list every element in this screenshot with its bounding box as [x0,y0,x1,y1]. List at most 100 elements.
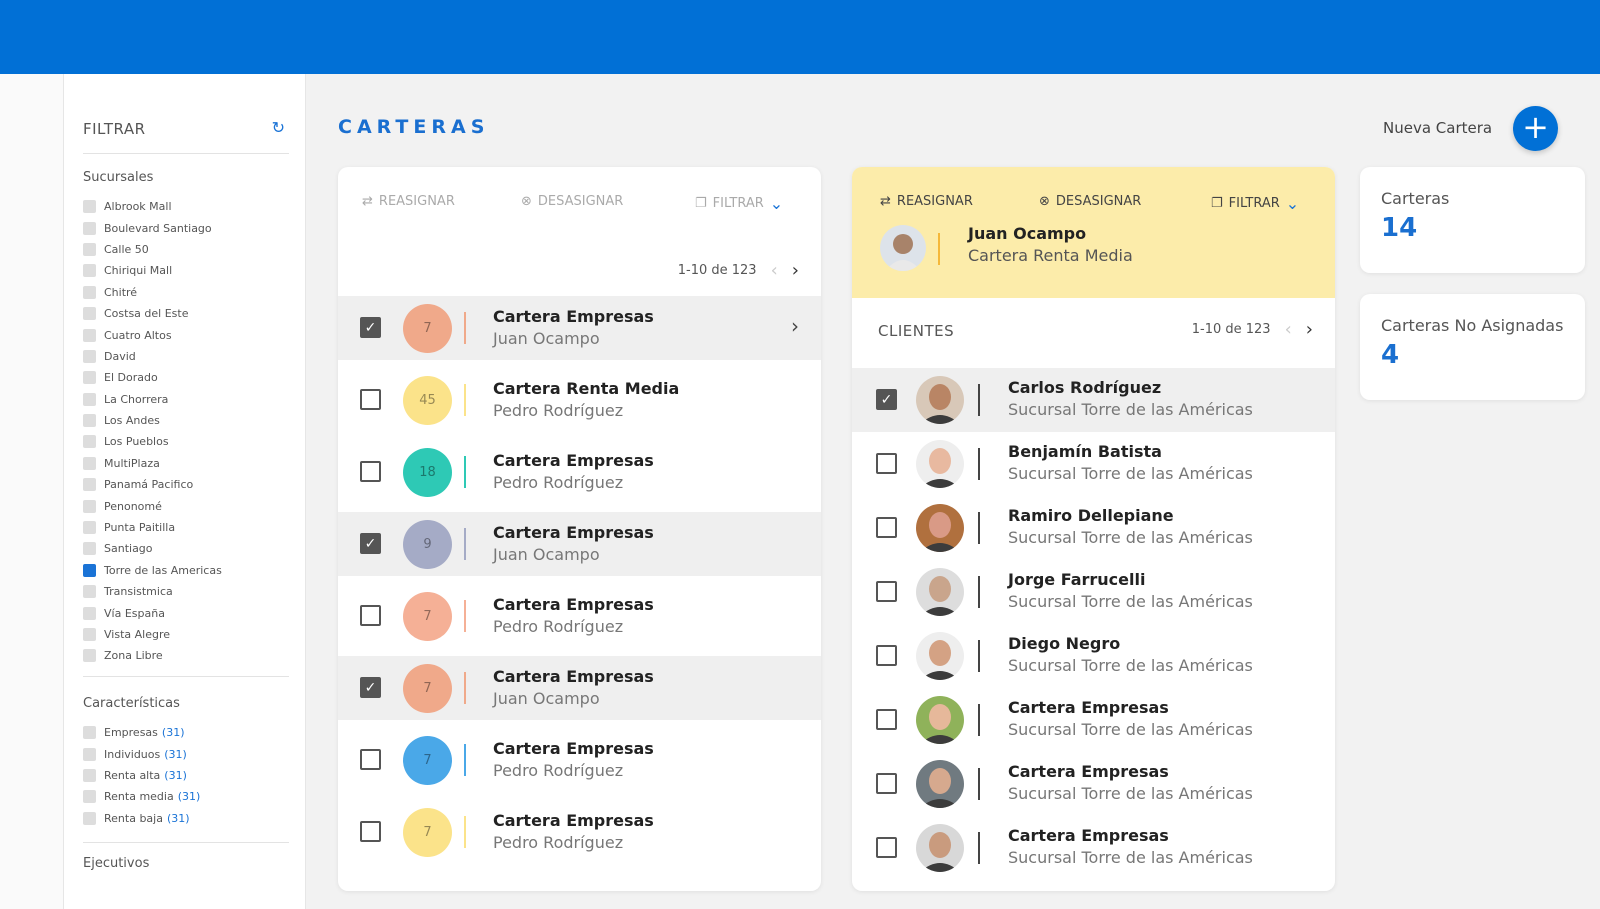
caracteristica-item[interactable]: Renta media (31) [83,786,200,807]
row-checkbox[interactable]: ✓ [876,389,897,410]
cartera-row[interactable]: ✓ 9 Cartera Empresas Juan Ocampo [338,512,821,576]
sucursal-item[interactable]: Cuatro Altos [83,324,222,345]
sucursal-item[interactable]: Costsa del Este [83,303,222,324]
cartera-row[interactable]: ✓ 7 Cartera Empresas Juan Ocampo [338,656,821,720]
client-row[interactable]: Cartera Empresas Sucursal Torre de las Am… [852,816,1335,880]
row-checkbox[interactable] [876,773,897,794]
row-checkbox[interactable]: ✓ [360,317,381,338]
row-checkbox[interactable] [876,581,897,602]
sucursal-item[interactable]: Boulevard Santiago [83,217,222,238]
client-row[interactable]: ✓ Carlos Rodríguez Sucursal Torre de las A… [852,368,1335,432]
sucursal-checkbox[interactable] [83,499,96,513]
row-checkbox[interactable] [876,837,897,858]
client-row[interactable]: Cartera Empresas Sucursal Torre de las Am… [852,752,1335,816]
desasignar-button[interactable]: ⊗ DESASIGNAR [1039,194,1141,209]
sucursal-checkbox[interactable] [83,563,96,577]
sucursal-checkbox[interactable] [83,628,96,641]
caracteristica-item[interactable]: Individuos (31) [83,743,200,764]
sucursal-checkbox[interactable] [83,307,96,321]
reasignar-button[interactable]: ⇄ REASIGNAR [362,194,455,209]
caracteristica-checkbox[interactable] [83,747,96,761]
row-checkbox[interactable] [876,709,897,730]
row-checkbox[interactable] [360,749,381,770]
refresh-icon[interactable]: ↻ [272,118,285,137]
client-row[interactable]: Ramiro Dellepiane Sucursal Torre de las A… [852,496,1335,560]
new-cartera-label[interactable]: Nueva Cartera [1383,119,1492,137]
sucursal-checkbox[interactable] [83,585,96,599]
chevron-right-icon[interactable]: › [1306,319,1313,340]
sucursal-item[interactable]: Santiago [83,538,222,559]
cartera-row[interactable]: 45 Cartera Renta Media Pedro Rodríguez [338,368,821,432]
caracteristica-item[interactable]: Empresas (31) [83,722,200,743]
sucursal-item[interactable]: Penonomé [83,495,222,516]
sucursal-item[interactable]: Zona Libre [83,645,222,666]
client-row[interactable]: Jorge Farrucelli Sucursal Torre de las Am… [852,560,1335,624]
sucursal-checkbox[interactable] [83,435,96,449]
cartera-row[interactable]: 7 Cartera Empresas Pedro Rodríguez [338,800,821,864]
sucursal-item[interactable]: Chitré [83,282,222,303]
client-row[interactable]: Diego Negro Sucursal Torre de las América… [852,624,1335,688]
sucursal-item[interactable]: David [83,346,222,367]
sucursal-item[interactable]: La Chorrera [83,389,222,410]
sucursal-checkbox[interactable] [83,349,96,363]
chevron-right-icon[interactable]: › [792,260,799,281]
filtrar-button[interactable]: ❐ FILTRAR ⌄ [695,194,783,213]
row-checkbox[interactable] [876,453,897,474]
caracteristica-checkbox[interactable] [83,726,96,740]
caracteristica-item[interactable]: Renta baja (31) [83,808,200,829]
chevron-right-icon[interactable]: › [791,314,799,338]
sucursal-checkbox[interactable] [83,521,96,535]
caracteristica-checkbox[interactable] [83,790,96,804]
sucursal-item[interactable]: Los Andes [83,410,222,431]
row-checkbox[interactable] [876,645,897,666]
row-checkbox[interactable]: ✓ [360,677,381,698]
sucursal-checkbox[interactable] [83,371,96,385]
caracteristica-checkbox[interactable] [83,768,96,782]
caracteristica-item[interactable]: Renta alta (31) [83,765,200,786]
sucursal-item[interactable]: Vía España [83,602,222,623]
sucursal-checkbox[interactable] [83,264,96,278]
cartera-row[interactable]: 18 Cartera Empresas Pedro Rodríguez [338,440,821,504]
sucursal-checkbox[interactable] [83,285,96,299]
sucursal-checkbox[interactable] [83,456,96,470]
sucursal-checkbox[interactable] [83,200,96,214]
sucursal-checkbox[interactable] [83,649,96,663]
row-checkbox[interactable] [360,389,381,410]
sucursal-item[interactable]: MultiPlaza [83,453,222,474]
sucursal-item[interactable]: Punta Paitilla [83,517,222,538]
sucursal-checkbox[interactable] [83,606,96,620]
sucursal-item[interactable]: Torre de las Americas [83,560,222,581]
sucursal-checkbox[interactable] [83,242,96,256]
client-row[interactable]: Cartera Empresas Sucursal Torre de las Am… [852,688,1335,752]
sucursal-checkbox[interactable] [83,328,96,342]
sucursal-checkbox[interactable] [83,414,96,428]
row-checkbox[interactable] [876,517,897,538]
sucursal-item[interactable]: El Dorado [83,367,222,388]
sucursal-item[interactable]: Calle 50 [83,239,222,260]
sucursal-checkbox[interactable] [83,478,96,492]
sucursal-item[interactable]: Chiriqui Mall [83,260,222,281]
cartera-row[interactable]: 7 Cartera Empresas Pedro Rodríguez [338,728,821,792]
filtrar-button[interactable]: ❐ FILTRAR ⌄ [1211,194,1299,213]
sucursal-checkbox[interactable] [83,392,96,406]
client-row[interactable]: Benjamín Batista Sucursal Torre de las Am… [852,432,1335,496]
cartera-row[interactable]: 7 Cartera Empresas Pedro Rodríguez [338,584,821,648]
cartera-row[interactable]: ✓ 7 Cartera Empresas Juan Ocampo › [338,296,821,360]
reasignar-button[interactable]: ⇄ REASIGNAR [880,194,973,209]
row-checkbox[interactable] [360,605,381,626]
chevron-left-icon[interactable]: ‹ [771,260,778,281]
sucursal-checkbox[interactable] [83,221,96,235]
sucursal-checkbox[interactable] [83,542,96,556]
sucursal-item[interactable]: Panamá Pacifico [83,474,222,495]
new-cartera-button[interactable]: + [1513,106,1558,151]
row-checkbox[interactable]: ✓ [360,533,381,554]
chevron-left-icon[interactable]: ‹ [1285,319,1292,340]
desasignar-button[interactable]: ⊗ DESASIGNAR [521,194,623,209]
caracteristica-checkbox[interactable] [83,811,96,825]
sucursal-item[interactable]: Transistmica [83,581,222,602]
sucursal-item[interactable]: Albrook Mall [83,196,222,217]
sucursal-item[interactable]: Vista Alegre [83,624,222,645]
row-checkbox[interactable] [360,821,381,842]
sucursal-item[interactable]: Los Pueblos [83,431,222,452]
row-checkbox[interactable] [360,461,381,482]
